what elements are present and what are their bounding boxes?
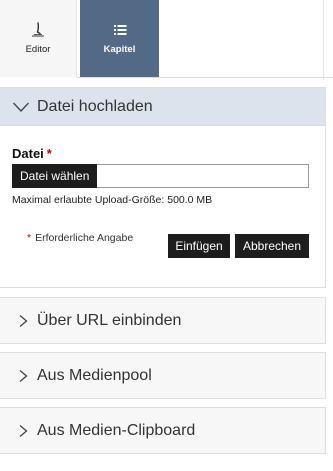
upload-panel: Datei hochladen Datei * Datei wählen Maxi… <box>0 87 326 288</box>
medienpool-panel-title: Aus Medienpool <box>37 366 152 384</box>
tab-kapitel-label: Kapitel <box>103 44 136 55</box>
clipboard-panel-header[interactable]: Aus Medien-Clipboard <box>0 408 325 453</box>
url-panel: Über URL einbinden <box>0 297 326 344</box>
required-note-marker: * <box>27 232 32 244</box>
upload-panel-header[interactable]: Datei hochladen <box>0 88 325 126</box>
clipboard-panel-title: Aus Medien-Clipboard <box>37 421 196 439</box>
chevron-right-icon <box>19 424 28 437</box>
insert-button[interactable]: Einfügen <box>168 234 230 258</box>
tab-editor[interactable]: Editor <box>0 0 77 77</box>
cancel-button[interactable]: Abbrechen <box>235 234 309 258</box>
url-panel-header[interactable]: Über URL einbinden <box>0 298 325 343</box>
file-input[interactable]: Datei wählen <box>12 164 309 188</box>
tab-kapitel[interactable]: Kapitel <box>80 0 159 77</box>
list-icon <box>113 25 126 35</box>
clipboard-panel: Aus Medien-Clipboard <box>0 407 326 454</box>
medienpool-panel: Aus Medienpool <box>0 352 326 399</box>
file-name-field[interactable] <box>97 164 309 188</box>
quill-pen-icon <box>32 22 44 37</box>
tab-bar-divider <box>77 77 333 78</box>
upload-panel-title: Datei hochladen <box>37 97 153 115</box>
required-marker: * <box>46 146 52 161</box>
tab-bar: Editor Kapitel <box>0 0 333 80</box>
tab-bar-edge <box>323 0 324 80</box>
chevron-right-icon <box>19 314 28 327</box>
tab-editor-label: Editor <box>25 44 51 55</box>
url-panel-title: Über URL einbinden <box>37 311 182 329</box>
required-note: * Erforderliche Angabe <box>27 232 134 244</box>
file-field-label: Datei * <box>12 146 52 161</box>
medienpool-panel-header[interactable]: Aus Medienpool <box>0 353 325 398</box>
chevron-right-icon <box>19 369 28 382</box>
chevron-down-icon <box>13 102 29 112</box>
max-upload-size-text: Maximal erlaubte Upload-Größe: 500.0 MB <box>12 194 213 206</box>
choose-file-button[interactable]: Datei wählen <box>12 164 98 188</box>
